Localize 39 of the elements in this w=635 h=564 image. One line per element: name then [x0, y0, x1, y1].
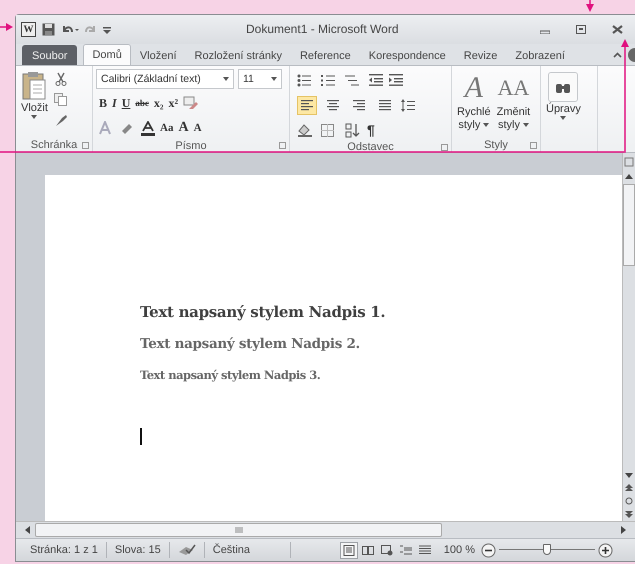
app-logo[interactable]: W [21, 22, 36, 37]
paste-button[interactable]: Vložit [19, 69, 50, 138]
zoom-level[interactable]: 100 % [444, 544, 475, 556]
ribbon-tab[interactable]: Korespondence [360, 45, 455, 65]
ribbon-tab[interactable]: Domů [83, 44, 131, 65]
group-label: Odstavec [347, 141, 394, 153]
grow-font-button[interactable]: A [178, 120, 189, 136]
quick-styles-icon: A [464, 71, 483, 105]
format-button[interactable]: x² [168, 95, 178, 111]
group-label: Schránka [30, 139, 78, 151]
heading-text: Text napsaný stylem Nadpis 1. [140, 303, 386, 321]
window-title: Dokument1 - Microsoft Word [246, 22, 398, 36]
group-label: Písmo [175, 140, 207, 152]
format-button[interactable]: abc [135, 95, 149, 111]
page-count[interactable]: Stránka: 1 z 1 [22, 542, 107, 558]
heading-text: Text napsaný stylem Nadpis 2. [140, 336, 361, 352]
format-button[interactable]: B [99, 95, 108, 111]
format-button[interactable]: U [122, 95, 130, 111]
change-styles-button[interactable]: AA Změnit styly [494, 69, 532, 138]
group-label: Styly [484, 139, 508, 151]
change-styles-icon: AA [498, 71, 530, 105]
ribbon-tab[interactable]: Zobrazení [506, 45, 574, 65]
quick-styles-button[interactable]: A Rychlé styly [455, 69, 493, 138]
ribbon-tab[interactable]: Vložení [130, 45, 186, 65]
change-case-button[interactable]: Aa [160, 120, 174, 136]
word-count[interactable]: Slova: 15 [106, 542, 170, 558]
shrink-font-button[interactable]: A [194, 120, 202, 136]
file-tab[interactable]: Soubor [22, 45, 78, 65]
heading-text: Text napsaný stylem Nadpis 3. [140, 368, 322, 382]
font-name-field[interactable]: Calibri (Základní text) [96, 69, 234, 89]
font-size-field[interactable]: 11 [238, 69, 282, 89]
ribbon-tab[interactable]: Rozložení stránky [186, 45, 291, 65]
show-marks-button[interactable]: ¶ [367, 122, 375, 138]
ribbon-tab[interactable]: Revize [454, 45, 506, 65]
language-label[interactable]: Čeština [204, 542, 292, 558]
format-button[interactable]: I [112, 95, 117, 111]
ribbon-tab[interactable]: Reference [290, 45, 360, 65]
format-button[interactable]: x₂ [154, 95, 164, 111]
editing-button[interactable]: Úpravy [544, 69, 583, 152]
